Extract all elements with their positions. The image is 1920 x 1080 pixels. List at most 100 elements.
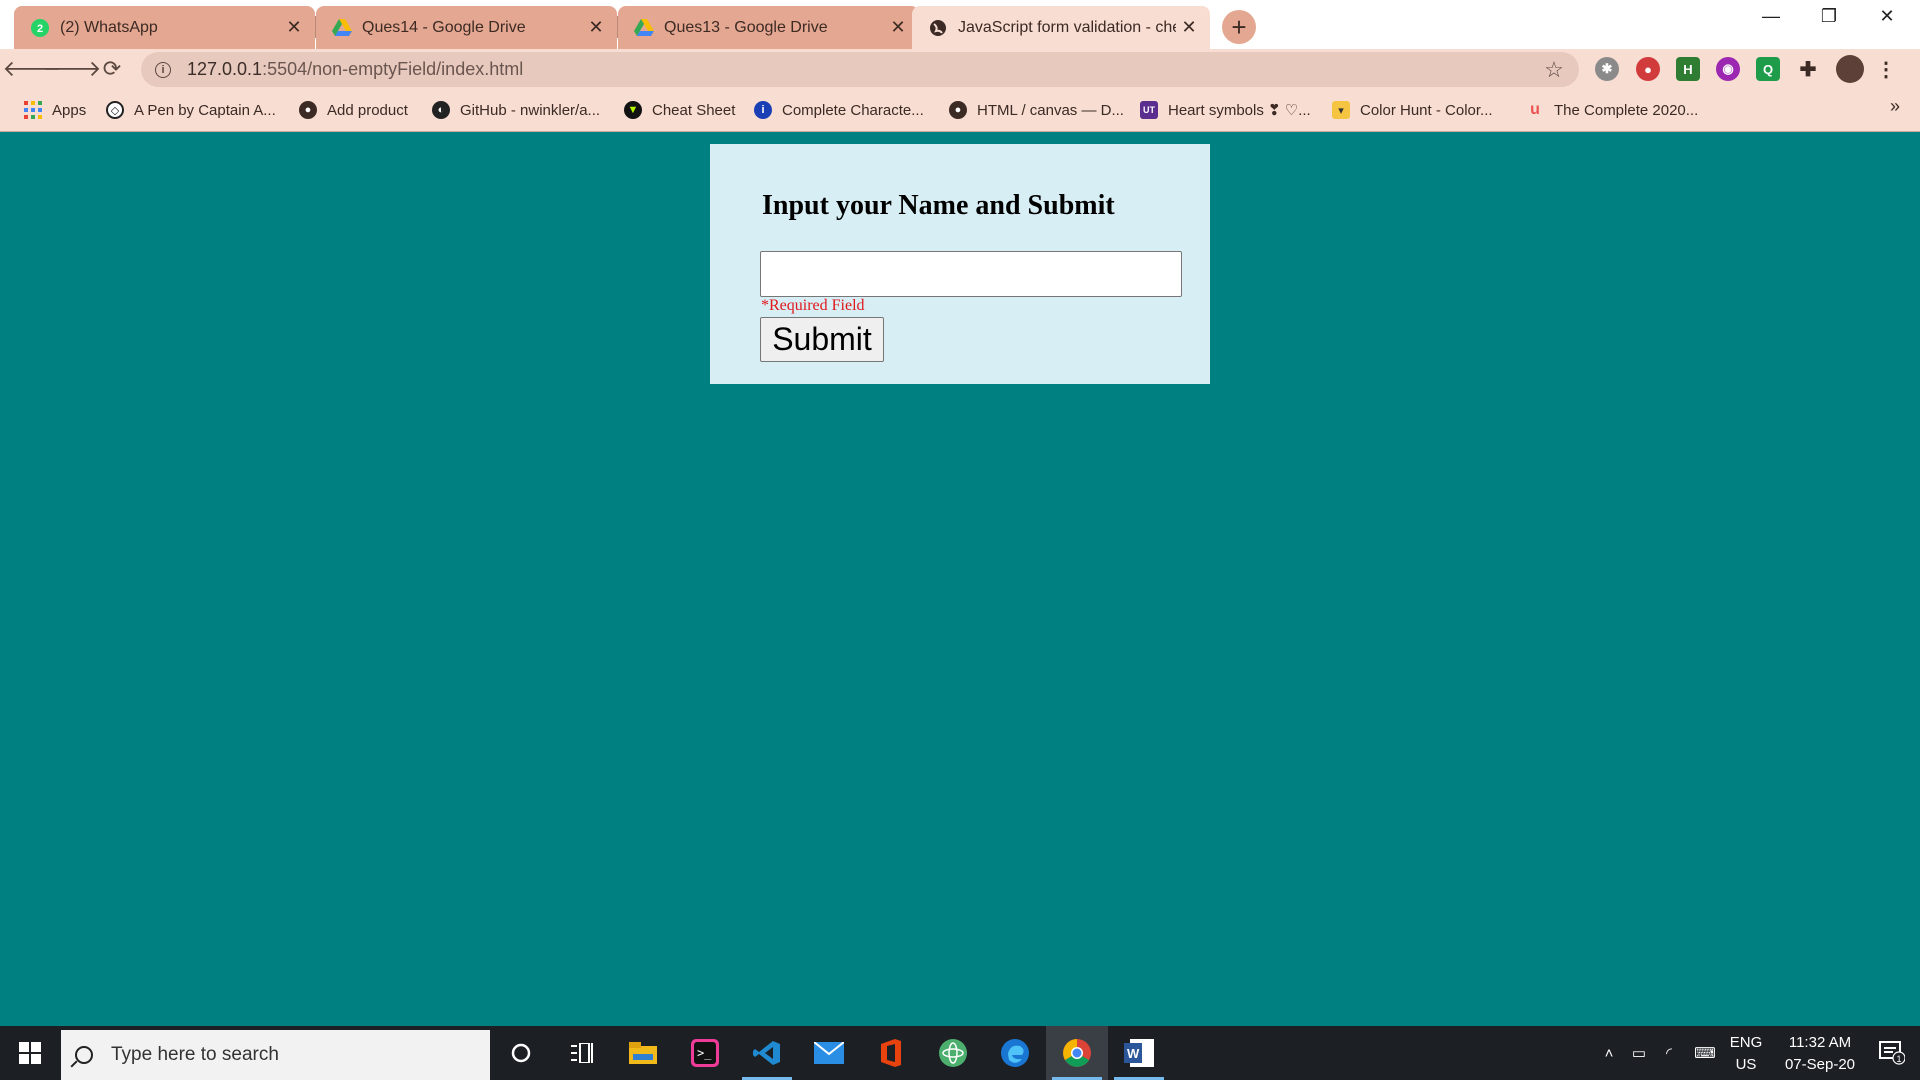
new-tab-button[interactable]: +: [1222, 10, 1256, 44]
bookmark-label: Color Hunt - Color...: [1360, 101, 1493, 119]
reload-button[interactable]: ⟳: [96, 53, 128, 85]
svg-text:2: 2: [37, 23, 43, 35]
tab-title: JavaScript form validation - check: [958, 18, 1176, 36]
search-icon: [75, 1046, 93, 1064]
bookmark-cheat-sheet[interactable]: ▼ Cheat Sheet: [624, 98, 735, 122]
bookmark-label: A Pen by Captain A...: [134, 101, 276, 119]
bookmark-apps[interactable]: Apps: [24, 98, 86, 122]
close-icon[interactable]: ✕: [1176, 15, 1202, 41]
tab-ques14[interactable]: Ques14 - Google Drive ✕: [316, 6, 618, 49]
menu-kebab-icon[interactable]: ⋮: [1874, 57, 1898, 81]
tab-title: Ques13 - Google Drive: [664, 18, 828, 36]
wifi-icon[interactable]: ◜: [1656, 1026, 1682, 1080]
bookmark-label: The Complete 2020...: [1554, 101, 1699, 119]
bookmark-complete-2020[interactable]: u The Complete 2020...: [1526, 98, 1698, 122]
close-icon[interactable]: ✕: [583, 15, 609, 41]
extensions-puzzle-icon[interactable]: ✚: [1796, 57, 1820, 81]
windows-taskbar: Type here to search >_ W ˄ ▭ ◜ ⌨ ENG US: [0, 1026, 1920, 1080]
github-icon: ◐: [432, 101, 450, 119]
more-bookmarks-button[interactable]: »: [1890, 96, 1900, 117]
bookmark-label: Add product: [327, 101, 408, 119]
google-drive-icon: [634, 18, 654, 38]
word-icon[interactable]: W: [1108, 1026, 1170, 1080]
codepen-icon: ◇: [106, 101, 124, 119]
bookmark-html-canvas[interactable]: ● HTML / canvas — D...: [949, 98, 1124, 122]
vscode-icon[interactable]: [736, 1026, 798, 1080]
bookmark-add-product[interactable]: ● Add product: [299, 98, 408, 122]
close-window-button[interactable]: ✕: [1858, 0, 1916, 32]
region-code: US: [1735, 1056, 1757, 1073]
tab-title: (2) WhatsApp: [60, 18, 158, 36]
taskbar-search-box[interactable]: Type here to search: [61, 1030, 490, 1080]
forward-button[interactable]: 🡒: [43, 53, 102, 85]
form-heading: Input your Name and Submit: [762, 190, 1115, 221]
minimize-button[interactable]: —: [1742, 0, 1800, 32]
profile-avatar[interactable]: [1836, 55, 1864, 83]
tab-strip: 2 (2) WhatsApp ✕ Ques14 - Google Drive ✕…: [0, 0, 1920, 49]
google-drive-icon: [332, 18, 352, 38]
bookmark-label: Heart symbols ❣ ♡...: [1168, 102, 1311, 119]
url-text: 127.0.0.1:5504/non-emptyField/index.html: [187, 59, 524, 79]
color-hunt-icon: ▾: [1332, 101, 1350, 119]
notification-count: 1: [1896, 1054, 1901, 1064]
close-icon[interactable]: ✕: [281, 15, 307, 41]
form-card: Input your Name and Submit *Required Fie…: [710, 144, 1210, 384]
bookmark-color-hunt[interactable]: ▾ Color Hunt - Color...: [1332, 98, 1493, 122]
bookmark-label: Cheat Sheet: [652, 101, 736, 119]
language-indicator[interactable]: ENG US: [1728, 1032, 1764, 1076]
tab-ques13[interactable]: Ques13 - Google Drive ✕: [618, 6, 919, 49]
bookmark-star-icon[interactable]: ☆: [1539, 57, 1569, 83]
file-explorer-icon[interactable]: [612, 1026, 674, 1080]
atom-app-icon[interactable]: [922, 1026, 984, 1080]
udemy-icon: u: [1530, 101, 1540, 118]
info-icon[interactable]: i: [155, 61, 171, 78]
restore-button[interactable]: ❐: [1800, 0, 1858, 32]
close-icon[interactable]: ✕: [885, 15, 911, 41]
globe-icon: [928, 18, 948, 38]
extension-html-icon[interactable]: H: [1676, 57, 1700, 81]
bookmark-codepen[interactable]: ◇ A Pen by Captain A...: [106, 98, 276, 122]
extension-purple-icon[interactable]: ◉: [1716, 57, 1740, 81]
bookmark-label: GitHub - nwinkler/a...: [460, 101, 601, 119]
terminal-app-icon[interactable]: >_: [674, 1026, 736, 1080]
edge-icon[interactable]: [984, 1026, 1046, 1080]
whatsapp-icon: 2: [30, 18, 50, 38]
extension-q-icon[interactable]: Q: [1756, 57, 1780, 81]
name-input[interactable]: [760, 251, 1182, 297]
globe-icon: ●: [299, 101, 317, 119]
apps-grid-icon: [24, 101, 42, 119]
svg-text:W: W: [1127, 1046, 1140, 1061]
bookmarks-bar: Apps ◇ A Pen by Captain A... ● Add produ…: [0, 90, 1920, 132]
system-clock[interactable]: 11:32 AM 07-Sep-20: [1770, 1032, 1870, 1076]
submit-button[interactable]: Submit: [760, 317, 884, 362]
cortana-icon[interactable]: [490, 1026, 552, 1080]
tab-form-validation[interactable]: JavaScript form validation - check ✕: [912, 6, 1210, 49]
office-icon[interactable]: [860, 1026, 922, 1080]
bookmark-heart-symbols[interactable]: UT Heart symbols ❣ ♡...: [1140, 98, 1311, 122]
info-icon: i: [754, 101, 772, 119]
globe-icon: ●: [949, 101, 967, 119]
mail-icon[interactable]: [798, 1026, 860, 1080]
required-field-message: *Required Field: [761, 297, 865, 314]
bookmark-label: Complete Characte...: [782, 101, 924, 119]
battery-icon[interactable]: ▭: [1626, 1026, 1652, 1080]
search-placeholder: Type here to search: [111, 1044, 279, 1065]
language-code: ENG: [1729, 1034, 1763, 1051]
address-bar[interactable]: i 127.0.0.1:5504/non-emptyField/index.ht…: [141, 52, 1579, 87]
extension-bug-icon[interactable]: ✱: [1595, 57, 1619, 81]
bookmark-github[interactable]: ◐ GitHub - nwinkler/a...: [432, 98, 600, 122]
windows-start-icon[interactable]: [0, 1026, 60, 1080]
bookmark-label: HTML / canvas — D...: [977, 101, 1124, 119]
tab-title: Ques14 - Google Drive: [362, 18, 526, 36]
task-view-icon[interactable]: [551, 1026, 613, 1080]
keyboard-icon[interactable]: ⌨: [1688, 1026, 1722, 1080]
bookmark-complete-characters[interactable]: i Complete Characte...: [754, 98, 924, 122]
ut-icon: UT: [1140, 101, 1158, 119]
clock-time: 11:32 AM: [1788, 1034, 1852, 1051]
chrome-icon[interactable]: [1046, 1026, 1108, 1080]
tab-whatsapp[interactable]: 2 (2) WhatsApp ✕: [14, 6, 316, 49]
notification-center-icon[interactable]: 1: [1872, 1026, 1912, 1080]
bookmark-label: Apps: [52, 101, 87, 119]
extension-ladybug-icon[interactable]: ●: [1636, 57, 1660, 81]
chevron-up-icon[interactable]: ˄: [1598, 1026, 1620, 1080]
